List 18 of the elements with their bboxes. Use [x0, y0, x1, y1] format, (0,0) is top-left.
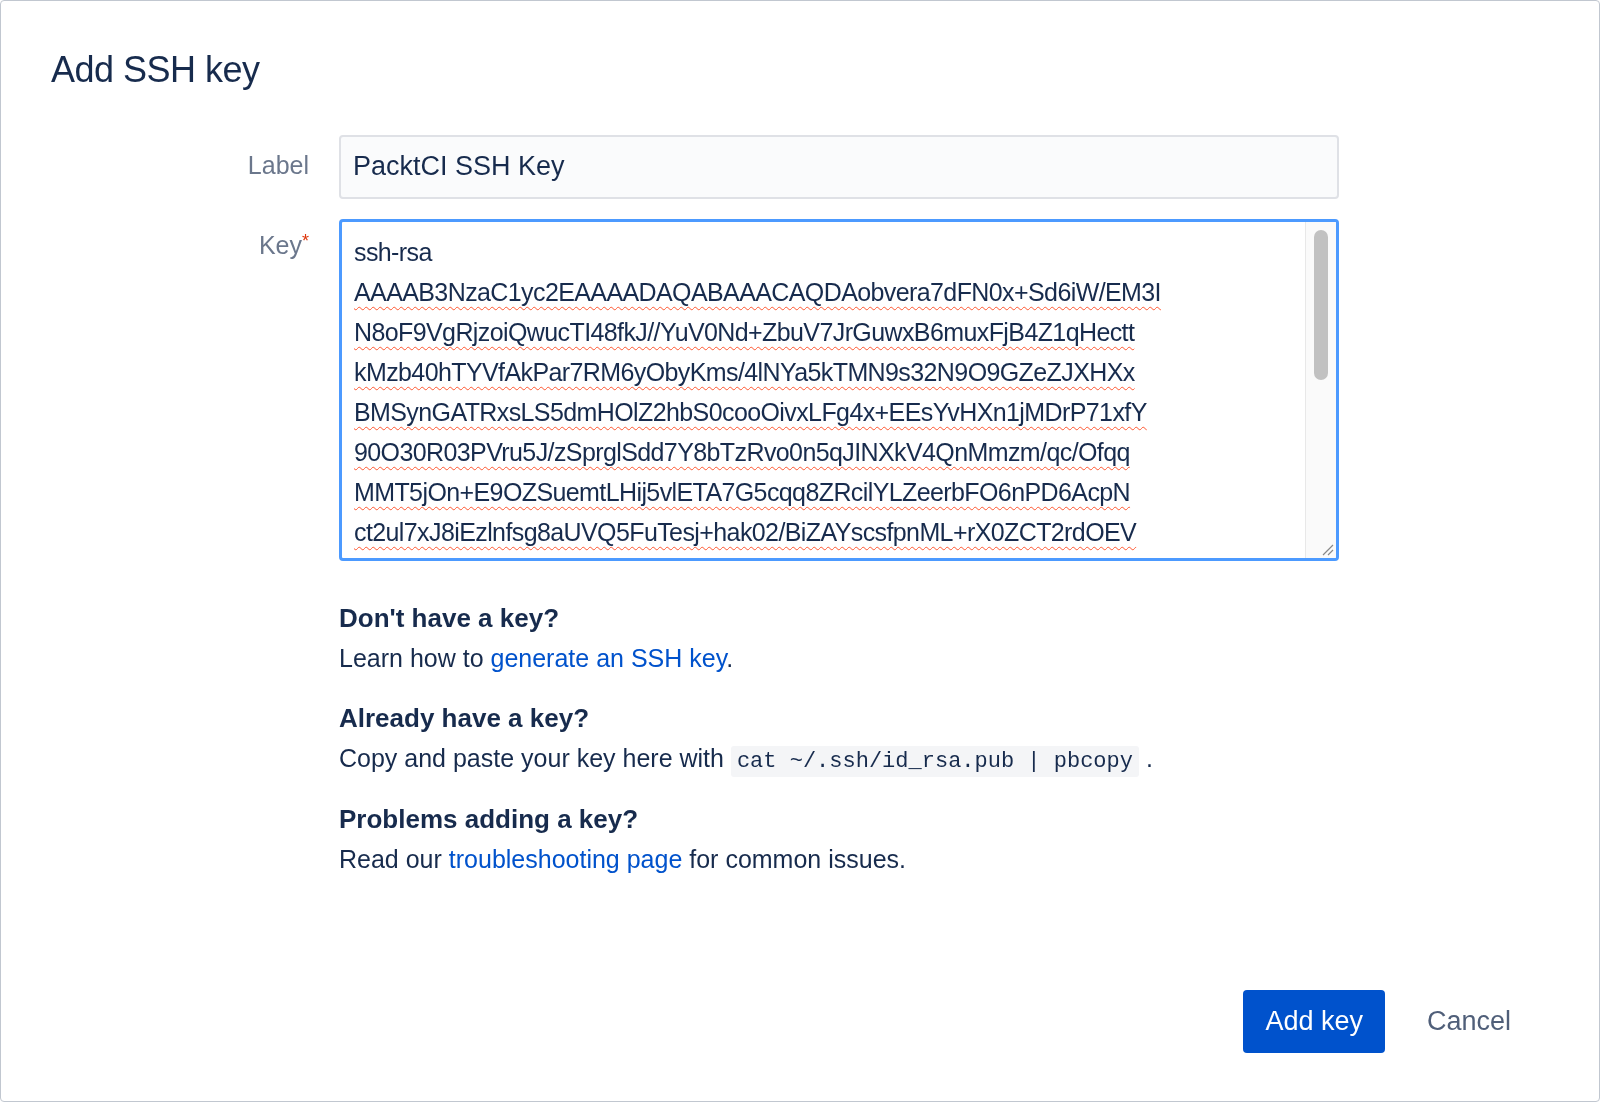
- help-link[interactable]: generate an SSH key: [490, 644, 727, 672]
- key-field[interactable]: ssh-rsa AAAAB3NzaC1yc2EAAAADAQABAAACAQDAobvera7dFN0x+Sd6iW/EM3I N8oF9VgRjzoiQwucTI48fkJ//YuV0Nd+ZbuV7JrGuwxB6muxFjB4Z1qHectt kMzb40hTYVfAkPar7RM6yObyKms/4lNYa5kTMN9s32N9O9GZeZJXHXx BMSynGATRxsLS5dmHOlZ2hbS0cooOivxLFg4x+EEsYvHXn1jMDrP71xfY 90O30R03PVru5J/zSprglSdd7Y8bTzRvo0n5qJINXkV4QnMmzm/qc/Ofqq MMT5jOn+E9OZSuemtLHij5vlETA7G5cqq8ZRcilYLZeerbFO6nPD6AcpN ct2ul7xJ8iEzlnfsg8aUVQ5FuTesj+hak02/BiZAYscsfpnML+rX0ZCT2rdOEV: [339, 219, 1339, 561]
- help-text: Learn how to generate an SSH key.: [339, 644, 735, 673]
- help-text: Read our troubleshooting page for common issues.: [339, 845, 907, 874]
- resize-grip-icon[interactable]: [1320, 542, 1334, 556]
- cancel-button[interactable]: Cancel: [1404, 990, 1533, 1053]
- field-label: Label: [246, 150, 309, 181]
- help-heading: Don't have a key?: [339, 603, 561, 634]
- label-field[interactable]: PacktCI SSH Key: [339, 135, 1339, 199]
- help-heading: Already have a key?: [339, 703, 591, 734]
- help-link[interactable]: troubleshooting page: [448, 845, 683, 873]
- add-key-button[interactable]: Add key: [1243, 990, 1385, 1053]
- field-label: Key: [258, 231, 302, 260]
- dialog-title: Add SSH key: [51, 49, 261, 91]
- help-heading: Problems adding a key?: [339, 804, 640, 835]
- scrollbar[interactable]: [1305, 222, 1336, 558]
- required-mark: *: [302, 231, 309, 251]
- help-text: Copy and paste your key here with cat ~/.ssh/id_rsa.pub | pbcopy .: [339, 744, 1549, 774]
